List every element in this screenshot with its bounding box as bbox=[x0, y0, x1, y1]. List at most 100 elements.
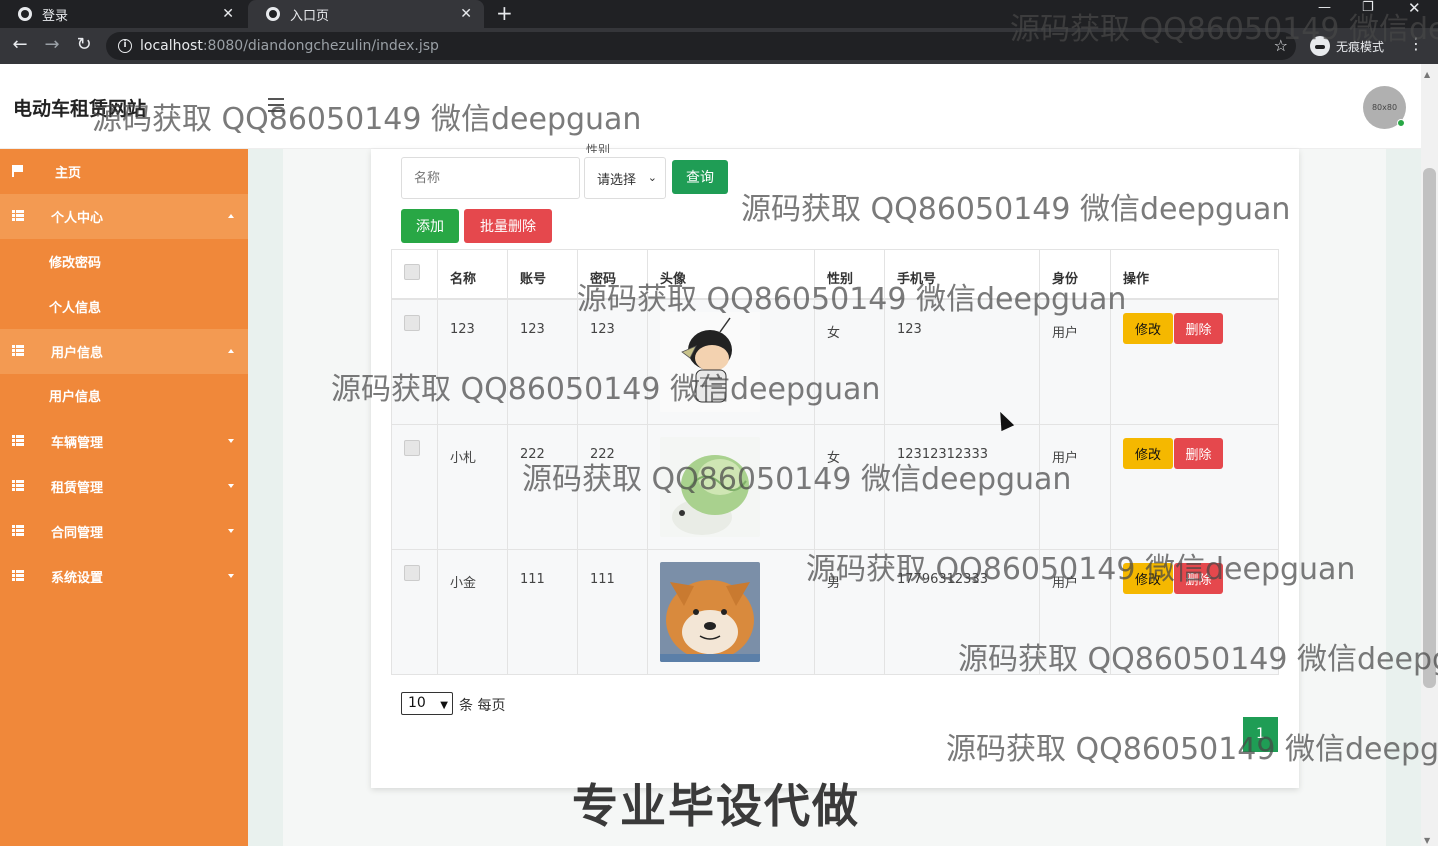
row-checkbox[interactable] bbox=[404, 315, 420, 331]
chevron-down-icon: ▼ bbox=[440, 700, 448, 711]
edit-button[interactable]: 修改 bbox=[1123, 563, 1173, 594]
sidebar-item-label: 个人信息 bbox=[49, 301, 102, 316]
grid-icon bbox=[12, 480, 24, 491]
cell-password: 222 bbox=[590, 447, 615, 462]
menu-toggle-icon[interactable] bbox=[268, 98, 284, 112]
scroll-up-icon[interactable]: ▲ bbox=[1424, 70, 1430, 79]
column-divider bbox=[1039, 250, 1040, 674]
sidebar: 主页 个人中心 修改密码 个人信息 用户信息 用户信息 车辆管理 租赁管理 合同… bbox=[0, 149, 248, 846]
sidebar-item-personal-info[interactable]: 个人信息 bbox=[0, 284, 248, 329]
cell-name: 小金 bbox=[450, 576, 477, 591]
sidebar-item-label: 主页 bbox=[55, 166, 82, 181]
sidebar-item-label: 用户信息 bbox=[49, 390, 102, 405]
name-search-input[interactable] bbox=[401, 157, 580, 199]
select-all-checkbox[interactable] bbox=[404, 264, 420, 280]
reload-icon[interactable]: ↻ bbox=[72, 34, 96, 58]
close-icon[interactable]: ✕ bbox=[460, 6, 472, 22]
edit-button[interactable]: 修改 bbox=[1123, 313, 1173, 344]
minimize-icon[interactable]: — bbox=[1318, 0, 1331, 28]
sidebar-item-home[interactable]: 主页 bbox=[0, 149, 248, 194]
restore-icon[interactable]: ❐ bbox=[1362, 0, 1374, 28]
grid-icon bbox=[12, 210, 24, 221]
column-header: 名称 bbox=[450, 272, 477, 287]
browser-tab-login[interactable]: 登录 ✕ bbox=[0, 0, 246, 28]
delete-button[interactable]: 删除 bbox=[1174, 563, 1223, 594]
sidebar-item-vehicle-management[interactable]: 车辆管理 bbox=[0, 419, 248, 464]
sidebar-item-personal-center[interactable]: 个人中心 bbox=[0, 194, 248, 239]
column-divider bbox=[647, 250, 648, 674]
column-divider bbox=[814, 250, 815, 674]
address-bar[interactable]: i localhost:8080/diandongchezulin/index.… bbox=[106, 32, 1296, 60]
table-row: 小金 111 111 男 17796312333 用户 修改 删除 bbox=[392, 550, 1278, 675]
page-number-button[interactable]: 1 bbox=[1243, 717, 1278, 752]
sidebar-item-contract-management[interactable]: 合同管理 bbox=[0, 509, 248, 554]
cell-password: 111 bbox=[590, 572, 615, 587]
window-close-icon[interactable]: ✕ bbox=[1408, 0, 1421, 28]
tab-label: 登录 bbox=[42, 8, 69, 24]
new-tab-icon[interactable]: + bbox=[496, 0, 513, 28]
sidebar-item-user-info[interactable]: 用户信息 bbox=[0, 373, 248, 418]
cell-role: 用户 bbox=[1052, 451, 1079, 466]
forward-icon[interactable]: → bbox=[40, 34, 64, 58]
scrollbar-thumb[interactable] bbox=[1423, 168, 1436, 688]
incognito-indicator[interactable]: 无痕模式 bbox=[1310, 32, 1384, 60]
gender-select-value: 请选择 bbox=[597, 172, 637, 188]
browser-toolbar: ← → ↻ i localhost:8080/diandongchezulin/… bbox=[0, 28, 1438, 64]
column-header: 性别 bbox=[827, 272, 854, 287]
delete-button[interactable]: 删除 bbox=[1174, 313, 1223, 344]
globe-icon bbox=[266, 7, 280, 21]
cell-phone: 123 bbox=[897, 322, 922, 337]
sidebar-item-label: 修改密码 bbox=[49, 256, 102, 271]
chevron-down-icon bbox=[228, 529, 234, 533]
per-page-label: 条 每页 bbox=[459, 698, 506, 714]
sidebar-item-change-password[interactable]: 修改密码 bbox=[0, 239, 248, 284]
tab-label: 入口页 bbox=[290, 8, 330, 24]
info-icon[interactable]: i bbox=[118, 39, 132, 53]
avatar-image bbox=[660, 437, 760, 537]
column-divider bbox=[884, 250, 885, 674]
column-divider bbox=[1110, 250, 1111, 674]
back-icon[interactable]: ← bbox=[8, 34, 32, 58]
add-button[interactable]: 添加 bbox=[401, 209, 459, 243]
user-table: 名称 账号 密码 头像 性别 手机号 身份 操作 123 123 123 女 1… bbox=[391, 249, 1279, 675]
scroll-down-icon[interactable]: ▼ bbox=[1424, 836, 1430, 845]
sidebar-item-rental-management[interactable]: 租赁管理 bbox=[0, 464, 248, 509]
cell-phone: 12312312333 bbox=[897, 447, 988, 462]
incognito-icon bbox=[1310, 36, 1330, 56]
chevron-down-icon bbox=[228, 574, 234, 578]
gender-filter-label: 性别 bbox=[586, 143, 611, 153]
cell-phone: 17796312333 bbox=[897, 572, 988, 587]
column-header: 身份 bbox=[1052, 272, 1079, 287]
site-brand: 电动车租赁网站 bbox=[13, 98, 147, 120]
edit-button[interactable]: 修改 bbox=[1123, 438, 1173, 469]
batch-delete-button[interactable]: 批量删除 bbox=[464, 209, 552, 243]
row-checkbox[interactable] bbox=[404, 565, 420, 581]
sidebar-item-system-settings[interactable]: 系统设置 bbox=[0, 554, 248, 599]
column-divider bbox=[507, 250, 508, 674]
grid-icon bbox=[12, 345, 24, 356]
browser-tab-entry[interactable]: 入口页 ✕ bbox=[248, 0, 484, 28]
sidebar-item-label: 租赁管理 bbox=[51, 481, 104, 496]
row-checkbox[interactable] bbox=[404, 440, 420, 456]
sidebar-item-label: 系统设置 bbox=[51, 571, 104, 586]
delete-button[interactable]: 删除 bbox=[1174, 438, 1223, 469]
more-menu-icon[interactable]: ⋮ bbox=[1408, 34, 1424, 53]
sidebar-item-label: 合同管理 bbox=[51, 526, 104, 541]
gender-select[interactable]: 请选择 ⌄ bbox=[584, 157, 666, 199]
page-size-select[interactable]: 10 ▼ bbox=[401, 692, 453, 715]
column-header: 头像 bbox=[660, 272, 687, 287]
sidebar-item-user-info-group[interactable]: 用户信息 bbox=[0, 329, 248, 374]
bookmark-star-icon[interactable]: ☆ bbox=[1274, 36, 1288, 55]
avatar-image bbox=[660, 312, 760, 412]
online-status-dot bbox=[1397, 119, 1405, 127]
table-header: 名称 账号 密码 头像 性别 手机号 身份 操作 bbox=[392, 250, 1278, 300]
globe-icon bbox=[18, 7, 32, 21]
grid-icon bbox=[12, 570, 24, 581]
page-size-value: 10 bbox=[408, 695, 426, 711]
sidebar-item-label: 用户信息 bbox=[51, 346, 104, 361]
cell-gender: 女 bbox=[827, 326, 841, 341]
close-icon[interactable]: ✕ bbox=[222, 6, 234, 22]
column-divider bbox=[437, 250, 438, 674]
query-button[interactable]: 查询 bbox=[672, 160, 728, 194]
cell-role: 用户 bbox=[1052, 326, 1079, 341]
